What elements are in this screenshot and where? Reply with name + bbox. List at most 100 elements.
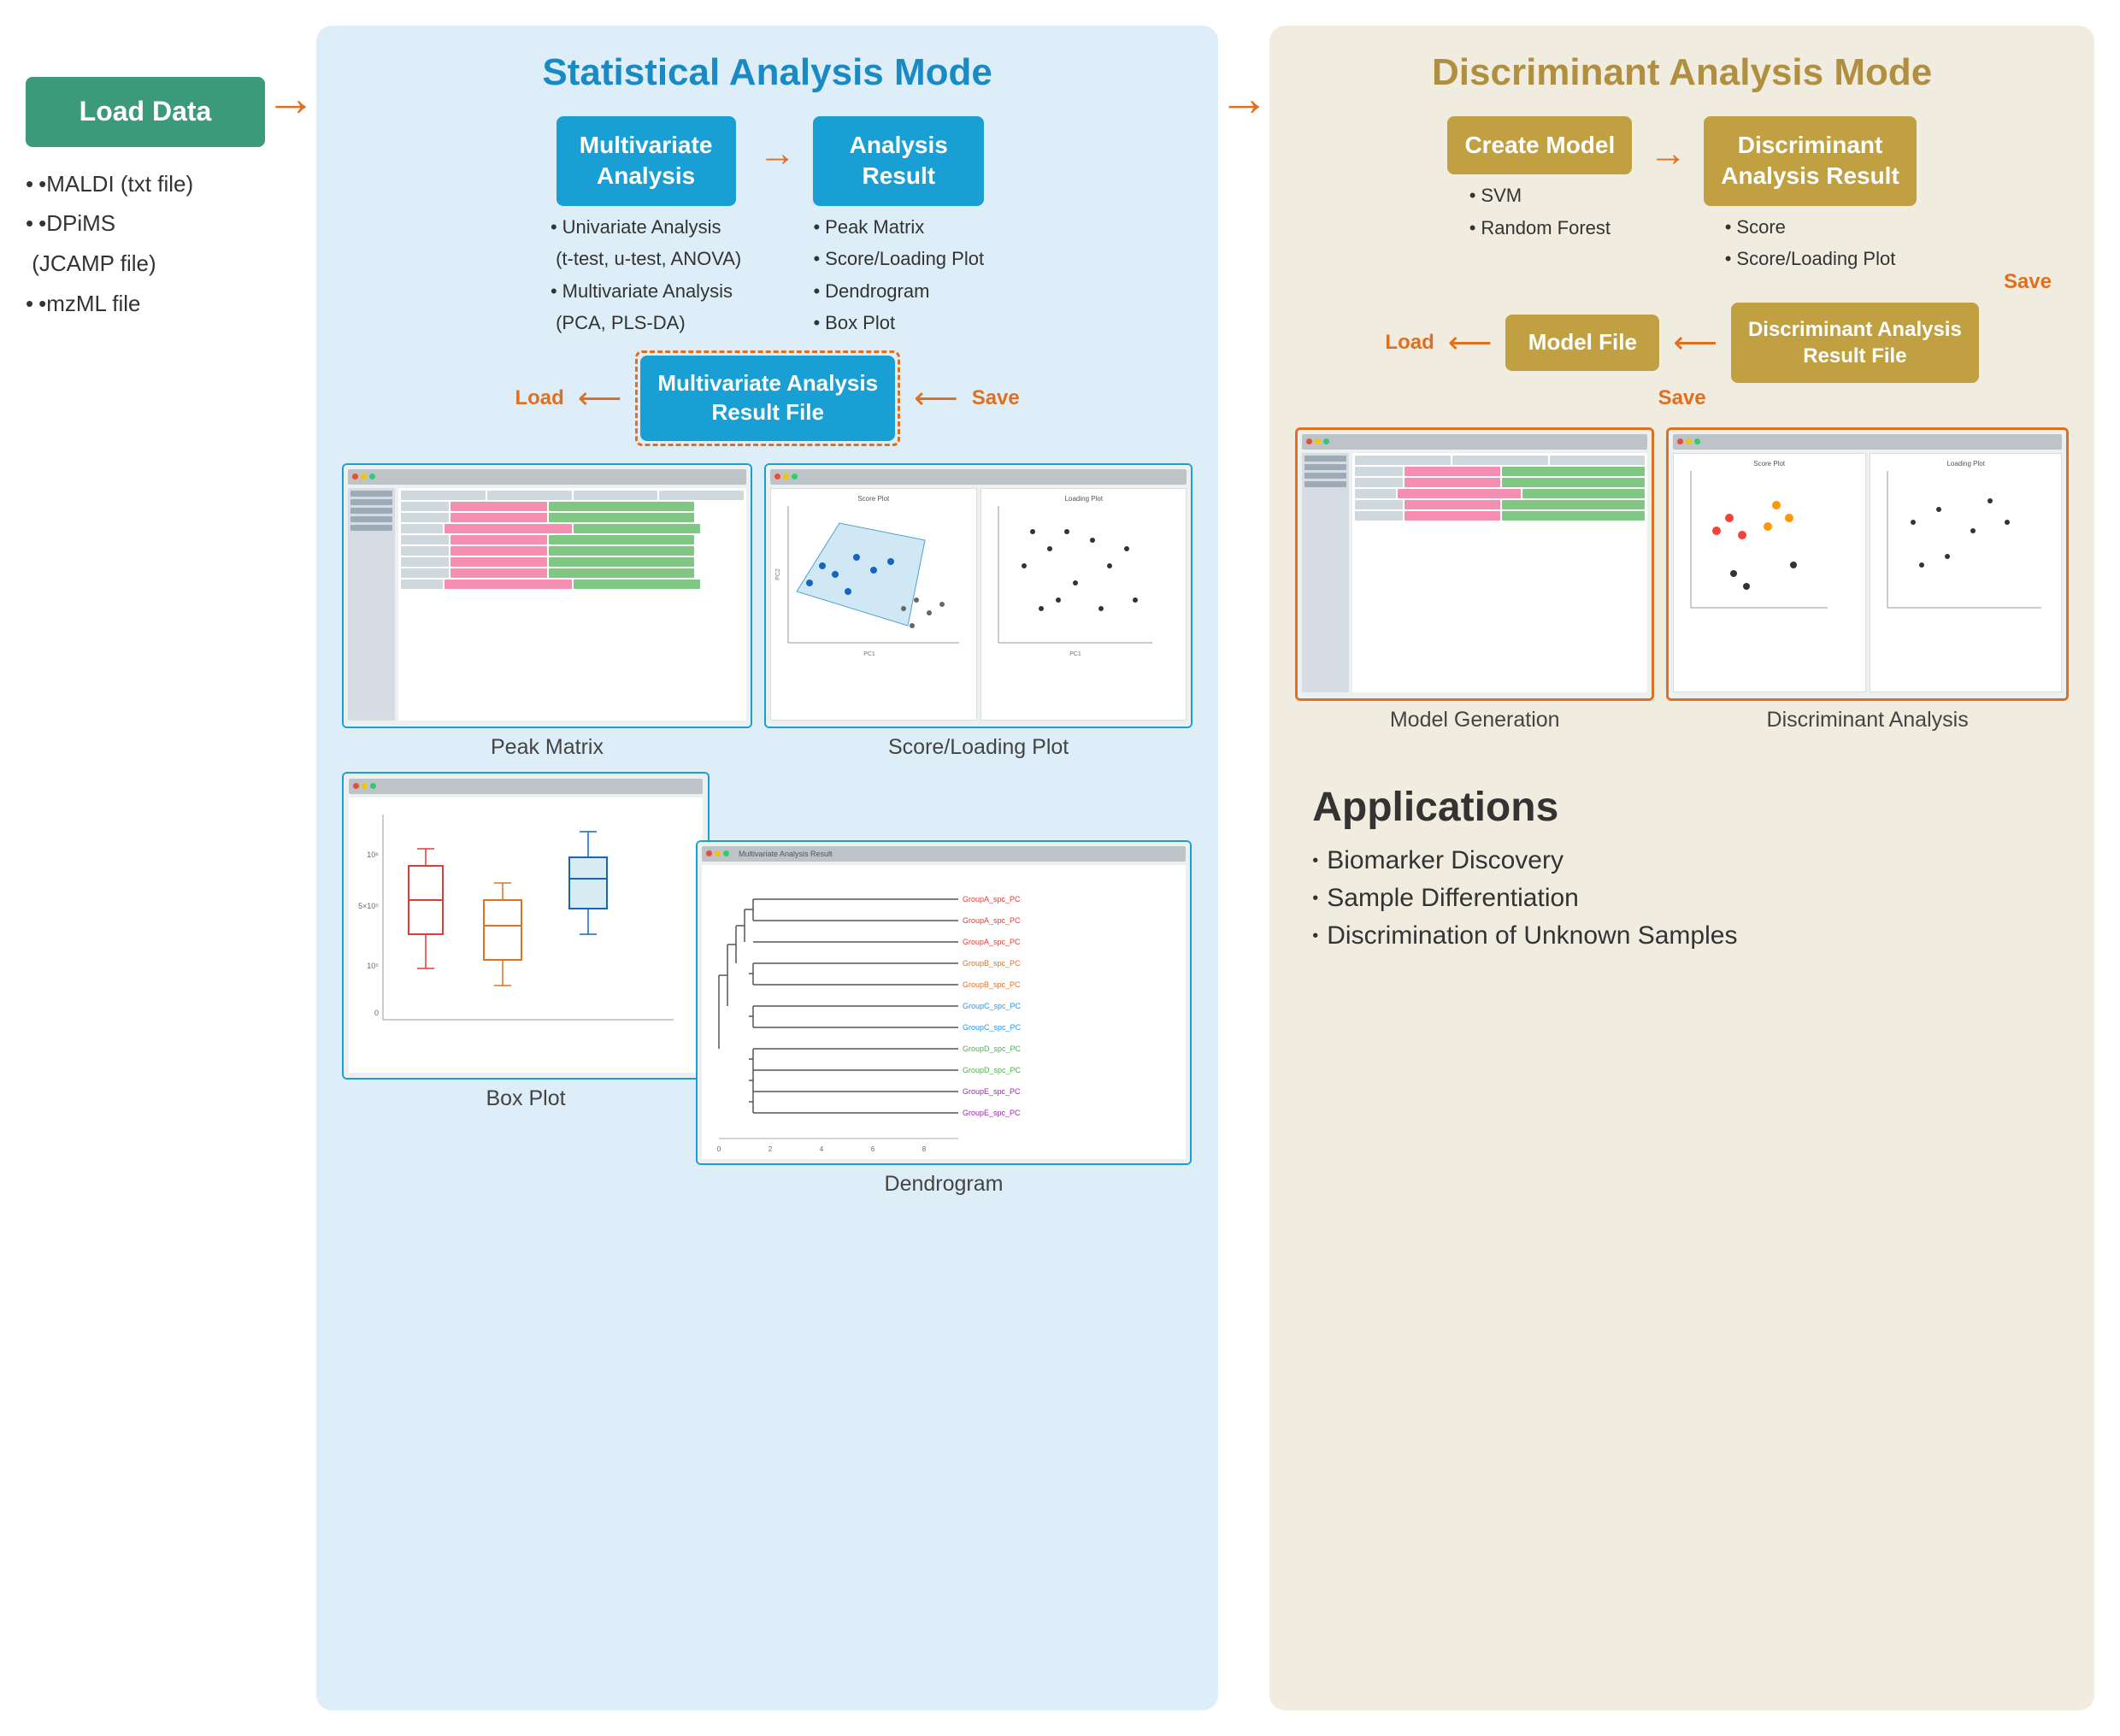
tc-e3 <box>702 524 744 533</box>
peak-matrix-inner <box>344 465 751 727</box>
mg-dot-green <box>1323 438 1329 444</box>
load-data-button[interactable]: Load Data <box>26 77 265 147</box>
tb-dot-green <box>369 474 375 480</box>
multivariate-items: Univariate Analysis (t-test, u-test, ANO… <box>551 211 741 339</box>
app-item-2: • Sample Differentiation <box>1312 884 2052 913</box>
svg-text:0: 0 <box>717 1145 721 1153</box>
den-dot-red <box>706 850 712 856</box>
mg-c14 <box>1404 511 1500 521</box>
app-bullet-3: • <box>1312 927 1318 946</box>
stat-load-label: Load <box>515 386 563 410</box>
discriminant-title: Discriminant Analysis Mode <box>1295 51 2069 94</box>
peak-matrix-titlebar <box>348 469 746 485</box>
svg-text:GroupD_spc_PC: GroupD_spc_PC <box>963 1066 1022 1074</box>
mg-s2 <box>1304 464 1346 470</box>
tc-h6 <box>401 557 449 567</box>
svg-text:GroupE_spc_PC: GroupE_spc_PC <box>963 1087 1021 1096</box>
tc-g8 <box>574 580 700 589</box>
tc-h8 <box>401 580 443 589</box>
bp-dot-red <box>353 783 359 789</box>
peak-matrix-body <box>348 488 746 721</box>
mg-c15 <box>1502 511 1646 521</box>
svg-text:GroupA_spc_PC: GroupA_spc_PC <box>963 938 1021 946</box>
score-titlebar <box>770 469 1187 485</box>
stb-dot-green <box>792 474 798 480</box>
disc-analysis-wrapper: Score Plot <box>1666 427 2069 733</box>
svg-text:GroupC_spc_PC: GroupC_spc_PC <box>963 1002 1022 1010</box>
svg-text:GroupB_spc_PC: GroupB_spc_PC <box>963 959 1021 968</box>
score-item: Score <box>1725 211 1896 243</box>
multivariate-box[interactable]: MultivariateAnalysis <box>556 116 736 206</box>
da-loading-plot: Loading Plot <box>1870 453 2062 692</box>
svg-text:PC1: PC1 <box>863 651 875 657</box>
mg-r1 <box>1355 467 1645 476</box>
create-model-box[interactable]: Create Model <box>1447 116 1632 174</box>
load-data-item-dpims: •DPiMS (JCAMP file) <box>26 203 265 284</box>
sidebar-item-5 <box>350 525 392 531</box>
table-row-3 <box>401 524 744 533</box>
mg-th2 <box>1452 456 1548 465</box>
tc-e2 <box>696 513 744 522</box>
tc-g7 <box>549 568 693 578</box>
disc-save-bottom: Save <box>1295 386 2069 410</box>
score-body: Score Plot <box>770 488 1187 721</box>
disc-save-top: Save <box>1295 270 2052 294</box>
score-plot-svg: Score Plot <box>770 488 977 721</box>
box-plot-svg: 10⁶ 5×10⁵ 10⁵ 0 <box>349 797 703 1073</box>
create-model-items: SVM Random Forest <box>1469 179 1611 244</box>
box-plot-screenshot: 10⁶ 5×10⁵ 10⁵ 0 <box>342 772 710 1080</box>
th-2 <box>487 491 572 500</box>
mg-c8 <box>1398 489 1521 498</box>
tc-e5 <box>696 546 744 556</box>
stat-result-file-box[interactable]: Multivariate AnalysisResult File <box>640 356 895 441</box>
disc-screenshots: Model Generation <box>1295 427 2069 733</box>
stb-dot-yellow <box>783 474 789 480</box>
tc-h1 <box>401 502 449 511</box>
mv-to-result-arrow: → <box>758 135 796 173</box>
da-dot-green <box>1694 438 1700 444</box>
univariate-item: Univariate Analysis (t-test, u-test, ANO… <box>551 211 741 275</box>
loading-plot-svg: Loading Plot <box>980 488 1187 721</box>
load-data-file-types: •MALDI (txt file) •DPiMS (JCAMP file) •m… <box>26 164 265 324</box>
tc-h2 <box>401 513 449 522</box>
analysis-result-box[interactable]: AnalysisResult <box>813 116 984 206</box>
mg-header <box>1355 456 1645 465</box>
mg-c9 <box>1522 489 1646 498</box>
tc-g1 <box>549 502 693 511</box>
app-bullet-1: • <box>1312 851 1318 871</box>
svg-text:Loading Plot: Loading Plot <box>1946 460 1985 468</box>
tc-e4 <box>696 535 744 544</box>
mg-c2 <box>1404 467 1500 476</box>
app-item-1: • Biomarker Discovery <box>1312 846 2052 875</box>
disc-result-group: DiscriminantAnalysis Result Score Score/… <box>1704 116 1917 275</box>
dendrogram-wrapper: Multivariate Analysis Result <box>696 840 1192 1197</box>
sidebar-item-4 <box>350 516 392 522</box>
mg-r4 <box>1355 500 1645 509</box>
table-row-8 <box>401 580 744 589</box>
stat-screenshot-row-1: Peak Matrix <box>342 463 1192 760</box>
model-file-box[interactable]: Model File <box>1505 315 1659 371</box>
stat-screenshots: Peak Matrix <box>342 463 1192 1197</box>
multivariate-item: Multivariate Analysis (PCA, PLS-DA) <box>551 275 741 339</box>
disc-result-box[interactable]: DiscriminantAnalysis Result <box>1704 116 1917 206</box>
model-gen-inner <box>1298 430 1652 698</box>
svg-text:10⁵: 10⁵ <box>367 962 379 970</box>
mg-sidebar <box>1302 453 1349 692</box>
score-loading-screenshot: Score Plot <box>764 463 1192 728</box>
mg-c4 <box>1355 478 1403 487</box>
table-row-2 <box>401 513 744 522</box>
page-wrapper: Load Data •MALDI (txt file) •DPiMS (JCAM… <box>0 0 2120 1736</box>
stat-save-label: Save <box>972 386 1020 410</box>
svg-text:4: 4 <box>820 1145 824 1153</box>
mg-s1 <box>1304 456 1346 462</box>
den-titlebar: Multivariate Analysis Result <box>702 846 1186 862</box>
mg-r2 <box>1355 478 1645 487</box>
rf-item: Random Forest <box>1469 212 1611 244</box>
mg-dot-red <box>1306 438 1312 444</box>
tc-h3 <box>401 524 443 533</box>
mg-th1 <box>1355 456 1451 465</box>
bp-dot-yellow <box>362 783 368 789</box>
table-row-7 <box>401 568 744 578</box>
mg-r3 <box>1355 489 1645 498</box>
disc-result-file-box[interactable]: Discriminant AnalysisResult File <box>1731 303 1979 383</box>
